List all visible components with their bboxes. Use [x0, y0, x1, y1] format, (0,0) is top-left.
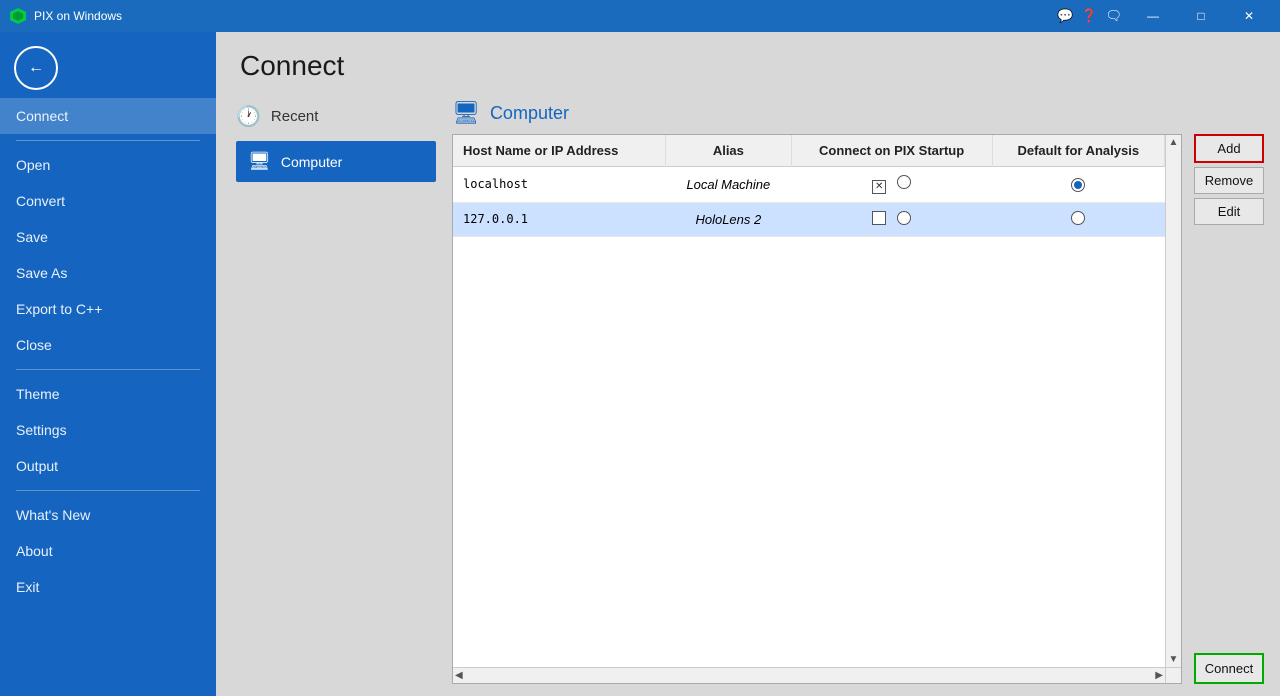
sidebar-label-open: Open — [16, 157, 50, 173]
cell-connect-2[interactable] — [791, 202, 992, 236]
connect-checkbox-2[interactable] — [872, 211, 886, 225]
nav-recent[interactable]: 🕐 Recent — [236, 94, 436, 137]
sidebar-divider-1 — [16, 140, 200, 141]
titlebar: PIX on Windows 💬 ❓ 🗨 — □ ✕ — [0, 0, 1280, 32]
table-scroll-area: Host Name or IP Address Alias Connect on… — [453, 135, 1165, 667]
nav-computer[interactable]: 🖥 Computer — [236, 141, 436, 182]
close-button[interactable]: ✕ — [1226, 0, 1272, 32]
table-inner: Host Name or IP Address Alias Connect on… — [453, 135, 1181, 667]
sidebar-label-theme: Theme — [16, 386, 60, 402]
add-button[interactable]: Add — [1194, 134, 1264, 163]
default-radio-2[interactable] — [1071, 211, 1085, 225]
main-content: Connect 🕐 Recent 🖥 Computer 🖥 Computer — [216, 32, 1280, 696]
sidebar: ← Connect Open Convert Save Save As Expo… — [0, 32, 216, 696]
maximize-button[interactable]: □ — [1178, 0, 1224, 32]
cell-connect-1[interactable]: ✕ — [791, 167, 992, 203]
sidebar-item-about[interactable]: About — [0, 533, 216, 569]
bottom-buttons: Connect — [1194, 229, 1264, 684]
sidebar-divider-3 — [16, 490, 200, 491]
computer-table: Host Name or IP Address Alias Connect on… — [453, 135, 1165, 237]
sidebar-item-close[interactable]: Close — [0, 327, 216, 363]
titlebar-icons: 💬 ❓ 🗨 — [1057, 8, 1122, 24]
table-row[interactable]: 127.0.0.1 HoloLens 2 — [453, 202, 1165, 236]
panel-title-label: Computer — [490, 103, 569, 124]
sidebar-label-output: Output — [16, 458, 58, 474]
sidebar-label-export-cpp: Export to C++ — [16, 301, 102, 317]
computer-nav-icon: 🖥 — [248, 151, 271, 172]
table-wrapper: Host Name or IP Address Alias Connect on… — [452, 134, 1182, 684]
table-container: Host Name or IP Address Alias Connect on… — [452, 134, 1264, 684]
cell-default-1[interactable] — [992, 167, 1164, 203]
default-radio-1[interactable] — [1071, 178, 1085, 192]
app-body: ← Connect Open Convert Save Save As Expo… — [0, 32, 1280, 696]
action-buttons: Add Remove Edit Connect — [1194, 134, 1264, 684]
nav-recent-label: Recent — [271, 108, 319, 125]
sidebar-label-whats-new: What's New — [16, 507, 90, 523]
sidebar-label-settings: Settings — [16, 422, 67, 438]
back-button[interactable]: ← — [14, 46, 58, 90]
app-icon — [8, 6, 28, 26]
connect-checkbox-1[interactable]: ✕ — [872, 180, 886, 194]
sidebar-item-save-as[interactable]: Save As — [0, 255, 216, 291]
connect-radio-2[interactable] — [897, 211, 911, 225]
help-icon[interactable]: ❓ — [1081, 8, 1097, 24]
vertical-scrollbar[interactable]: ▲ ▼ — [1165, 135, 1181, 667]
cell-alias-1: Local Machine — [666, 167, 792, 203]
col-default-analysis: Default for Analysis — [992, 135, 1164, 167]
sidebar-item-output[interactable]: Output — [0, 448, 216, 484]
edit-button[interactable]: Edit — [1194, 198, 1264, 225]
sidebar-item-settings[interactable]: Settings — [0, 412, 216, 448]
sidebar-item-theme[interactable]: Theme — [0, 376, 216, 412]
cell-alias-2: HoloLens 2 — [666, 202, 792, 236]
scroll-right-arrow[interactable]: ▶ — [1155, 670, 1163, 681]
scroll-left-arrow[interactable]: ◀ — [455, 670, 463, 681]
horizontal-scrollbar[interactable]: ◀ ▶ — [453, 667, 1165, 683]
table-header-row: Host Name or IP Address Alias Connect on… — [453, 135, 1165, 167]
right-panel: 🖥 Computer Host Name or IP Address — [436, 94, 1280, 684]
cell-host-2: 127.0.0.1 — [453, 202, 666, 236]
sidebar-divider-2 — [16, 369, 200, 370]
sidebar-item-convert[interactable]: Convert — [0, 183, 216, 219]
panel-title: 🖥 Computer — [452, 94, 1264, 134]
sidebar-label-about: About — [16, 543, 53, 559]
feedback-icon[interactable]: 💬 — [1057, 8, 1073, 24]
sidebar-item-exit[interactable]: Exit — [0, 569, 216, 605]
minimize-button[interactable]: — — [1130, 0, 1176, 32]
cell-host-1: localhost — [453, 167, 666, 203]
sidebar-item-whats-new[interactable]: What's New — [0, 497, 216, 533]
scroll-down-arrow[interactable]: ▼ — [1169, 654, 1179, 665]
cell-default-2[interactable] — [992, 202, 1164, 236]
sidebar-item-save[interactable]: Save — [0, 219, 216, 255]
col-alias: Alias — [666, 135, 792, 167]
chat-icon[interactable]: 🗨 — [1105, 8, 1122, 24]
sidebar-label-save-as: Save As — [16, 265, 67, 281]
sidebar-label-convert: Convert — [16, 193, 65, 209]
sidebar-item-open[interactable]: Open — [0, 147, 216, 183]
remove-button[interactable]: Remove — [1194, 167, 1264, 194]
table-bottom-bar: ◀ ▶ — [453, 667, 1181, 683]
col-host: Host Name or IP Address — [453, 135, 666, 167]
sidebar-label-close: Close — [16, 337, 52, 353]
sidebar-item-connect[interactable]: Connect — [0, 98, 216, 134]
nav-computer-label: Computer — [281, 154, 342, 170]
left-panel: 🕐 Recent 🖥 Computer — [216, 94, 436, 684]
table-row[interactable]: localhost Local Machine ✕ — [453, 167, 1165, 203]
connect-radio-1[interactable] — [897, 175, 911, 189]
app-title: PIX on Windows — [34, 9, 1057, 23]
panel-computer-icon: 🖥 — [452, 100, 480, 126]
sidebar-label-save: Save — [16, 229, 48, 245]
scrollbar-corner — [1165, 667, 1181, 683]
page-title: Connect — [216, 32, 1280, 94]
scroll-up-arrow[interactable]: ▲ — [1169, 137, 1179, 148]
connect-button[interactable]: Connect — [1194, 653, 1264, 684]
content-area: 🕐 Recent 🖥 Computer 🖥 Computer — [216, 94, 1280, 696]
window-controls: — □ ✕ — [1130, 0, 1272, 32]
sidebar-label-connect: Connect — [16, 108, 68, 124]
sidebar-item-export-cpp[interactable]: Export to C++ — [0, 291, 216, 327]
col-connect-pix: Connect on PIX Startup — [791, 135, 992, 167]
recent-icon: 🕐 — [236, 104, 261, 129]
sidebar-label-exit: Exit — [16, 579, 39, 595]
